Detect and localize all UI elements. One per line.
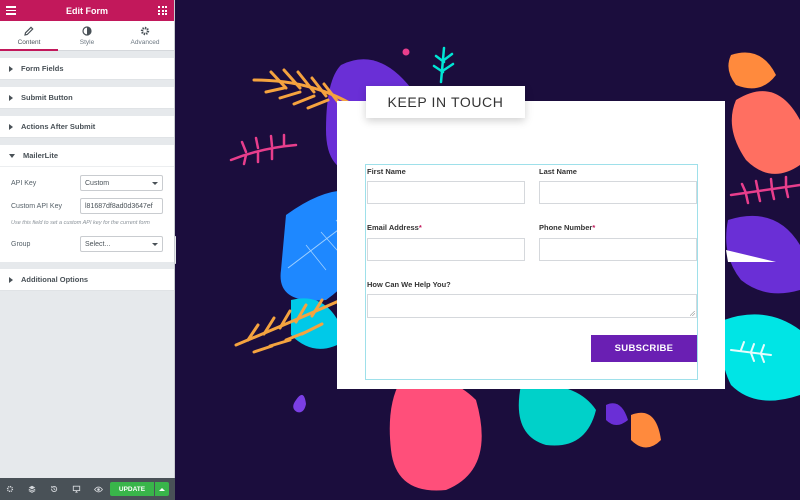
update-options-button[interactable] (155, 482, 169, 496)
phone-input[interactable] (539, 238, 697, 261)
gear-icon (140, 26, 150, 35)
email-label: Email Address* (367, 223, 422, 232)
section-label: MailerLite (23, 151, 59, 160)
phone-label: Phone Number* (539, 223, 596, 232)
chevron-up-icon (159, 487, 165, 491)
section-additional-options[interactable]: Additional Options (0, 269, 174, 291)
panel-footer: UPDATE (0, 478, 175, 500)
pencil-icon (24, 25, 34, 36)
section-form-fields[interactable]: Form Fields (0, 58, 174, 80)
preview-icon[interactable] (93, 484, 103, 494)
subscribe-form: First Name Last Name Email Address* Phon… (365, 164, 698, 380)
hamburger-menu-icon[interactable] (6, 6, 16, 15)
caret-right-icon (9, 123, 13, 130)
subscribe-button[interactable]: SUBSCRIBE (591, 335, 697, 362)
message-label: How Can We Help You? (367, 280, 451, 289)
caret-down-icon (9, 153, 15, 158)
tab-content-label: Content (17, 38, 41, 46)
caret-right-icon (9, 94, 13, 101)
history-icon[interactable] (49, 484, 59, 494)
caret-right-icon (9, 65, 13, 72)
email-input[interactable] (367, 238, 525, 261)
message-textarea[interactable] (367, 294, 697, 318)
tab-style-label: Style (79, 38, 95, 46)
section-label: Actions After Submit (21, 122, 96, 131)
form-heading-box: KEEP IN TOUCH (366, 86, 525, 118)
page-canvas: First Name Last Name Email Address* Phon… (176, 0, 800, 500)
panel-tabs: Content Style Advanced (0, 21, 174, 51)
first-name-input[interactable] (367, 181, 525, 204)
api-key-select[interactable]: Custom (80, 175, 163, 191)
panel-header: Edit Form (0, 0, 174, 21)
section-label: Additional Options (21, 275, 89, 284)
update-button[interactable]: UPDATE (110, 482, 154, 496)
group-value: Select... (85, 240, 111, 248)
last-name-label: Last Name (539, 167, 577, 176)
tab-content[interactable]: Content (0, 21, 58, 51)
contrast-icon (82, 25, 92, 36)
settings-icon[interactable] (5, 484, 15, 494)
responsive-icon[interactable] (71, 484, 81, 494)
last-name-input[interactable] (539, 181, 697, 204)
widgets-grid-icon[interactable] (158, 6, 167, 15)
mailerlite-controls: API Key Custom Custom API Key l81687df8a… (0, 167, 174, 262)
caret-right-icon (9, 276, 13, 283)
section-actions-after-submit[interactable]: Actions After Submit (0, 116, 174, 138)
section-submit-button[interactable]: Submit Button (0, 87, 174, 109)
chevron-down-icon (152, 242, 158, 246)
group-label: Group (11, 240, 31, 248)
form-heading: KEEP IN TOUCH (387, 94, 504, 110)
first-name-label: First Name (367, 167, 406, 176)
form-card: First Name Last Name Email Address* Phon… (337, 101, 725, 389)
section-label: Form Fields (21, 64, 64, 73)
panel-title: Edit Form (66, 5, 108, 16)
api-key-label: API Key (11, 179, 37, 187)
layers-icon[interactable] (27, 484, 37, 494)
chevron-down-icon (152, 181, 158, 185)
custom-api-key-label: Custom API Key (11, 202, 62, 210)
section-mailerlite[interactable]: MailerLite (0, 145, 174, 167)
api-key-value: Custom (85, 179, 110, 187)
custom-api-key-input[interactable]: l81687df8ad0d3647ef (80, 198, 163, 214)
editor-panel: Edit Form Content Style Advanced Form Fi… (0, 0, 175, 500)
tab-advanced-label: Advanced (130, 38, 160, 46)
custom-api-key-hint: Use this field to set a custom API key f… (11, 220, 150, 226)
section-label: Submit Button (21, 93, 73, 102)
tab-style[interactable]: Style (58, 21, 116, 50)
tab-advanced[interactable]: Advanced (116, 21, 174, 50)
group-select[interactable]: Select... (80, 236, 163, 252)
